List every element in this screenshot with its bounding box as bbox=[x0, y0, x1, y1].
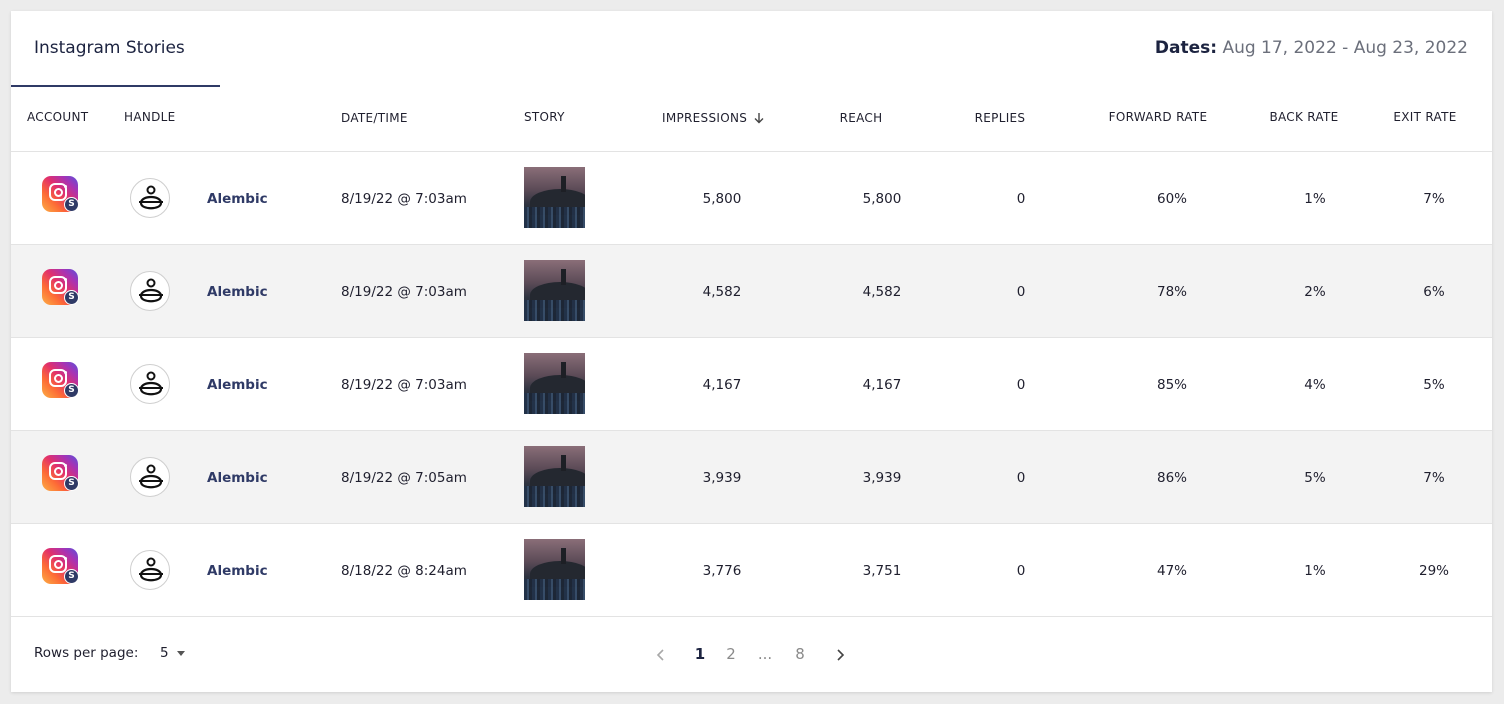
datetime-cell: 8/18/22 @ 8:24am bbox=[341, 562, 467, 579]
datetime-cell: 8/19/22 @ 7:03am bbox=[341, 190, 467, 207]
alembic-logo-icon bbox=[130, 550, 170, 590]
handle-link[interactable]: Alembic bbox=[207, 470, 268, 486]
col-header-back-rate[interactable]: BACK RATE bbox=[1269, 110, 1338, 124]
instagram-icon: S bbox=[42, 362, 79, 398]
story-badge: S bbox=[64, 383, 79, 398]
exit-rate-cell: 6% bbox=[1423, 283, 1445, 300]
replies-cell: 0 bbox=[1016, 562, 1026, 579]
footer-divider bbox=[11, 616, 1492, 617]
replies-cell: 0 bbox=[1016, 190, 1026, 207]
table-row[interactable]: S Alembic 8/19/22 @ 7:05am 3,939 3,939 0 86% 5%… bbox=[11, 431, 1492, 524]
alembic-logo-icon bbox=[130, 457, 170, 497]
impressions-cell: 3,776 bbox=[702, 562, 742, 579]
table-row[interactable]: S Alembic 8/18/22 @ 8:24am 3,776 3,751 0 47% 1%… bbox=[11, 524, 1492, 617]
exit-rate-cell: 7% bbox=[1423, 469, 1445, 486]
datetime-cell: 8/19/22 @ 7:03am bbox=[341, 376, 467, 393]
story-thumbnail[interactable] bbox=[524, 353, 585, 414]
page-1-button[interactable]: 1 bbox=[695, 645, 705, 663]
col-header-exit-rate[interactable]: EXIT RATE bbox=[1393, 110, 1456, 124]
reach-cell: 5,800 bbox=[862, 190, 902, 207]
alembic-logo-icon bbox=[130, 364, 170, 404]
col-header-handle: HANDLE bbox=[124, 110, 176, 124]
reach-cell: 3,751 bbox=[862, 562, 902, 579]
exit-rate-cell: 5% bbox=[1423, 376, 1445, 393]
forward-rate-cell: 85% bbox=[1156, 376, 1188, 393]
reach-cell: 3,939 bbox=[862, 469, 902, 486]
story-thumbnail[interactable] bbox=[524, 167, 585, 228]
forward-rate-cell: 47% bbox=[1156, 562, 1188, 579]
impressions-cell: 4,167 bbox=[702, 376, 742, 393]
instagram-icon: S bbox=[42, 548, 79, 584]
tab-label: Instagram Stories bbox=[34, 38, 185, 58]
tab-instagram-stories[interactable]: Instagram Stories bbox=[11, 11, 220, 87]
story-badge: S bbox=[64, 290, 79, 305]
table-row[interactable]: S Alembic 8/19/22 @ 7:03am 5,800 5,800 0 60% 1%… bbox=[11, 152, 1492, 245]
instagram-icon: S bbox=[42, 269, 79, 305]
reach-cell: 4,167 bbox=[862, 376, 902, 393]
instagram-icon: S bbox=[42, 455, 79, 491]
forward-rate-cell: 86% bbox=[1156, 469, 1188, 486]
handle-link[interactable]: Alembic bbox=[207, 284, 268, 300]
handle-link[interactable]: Alembic bbox=[207, 377, 268, 393]
story-thumbnail[interactable] bbox=[524, 260, 585, 321]
datetime-cell: 8/19/22 @ 7:05am bbox=[341, 469, 467, 486]
col-header-forward-rate[interactable]: FORWARD RATE bbox=[1109, 110, 1208, 124]
dates-value: Aug 17, 2022 - Aug 23, 2022 bbox=[1222, 38, 1468, 58]
exit-rate-cell: 29% bbox=[1418, 562, 1450, 579]
page-8-button[interactable]: 8 bbox=[795, 645, 805, 663]
replies-cell: 0 bbox=[1016, 469, 1026, 486]
replies-cell: 0 bbox=[1016, 376, 1026, 393]
exit-rate-cell: 7% bbox=[1423, 190, 1445, 207]
instagram-icon: S bbox=[42, 176, 79, 212]
story-badge: S bbox=[64, 476, 79, 491]
col-header-impressions-label: IMPRESSIONS bbox=[662, 111, 748, 125]
reach-cell: 4,582 bbox=[862, 283, 902, 300]
handle-link[interactable]: Alembic bbox=[207, 563, 268, 579]
impressions-cell: 3,939 bbox=[702, 469, 742, 486]
back-rate-cell: 4% bbox=[1304, 376, 1326, 393]
chevron-right-icon[interactable] bbox=[834, 647, 846, 666]
arrow-down-icon[interactable] bbox=[753, 112, 765, 127]
col-header-impressions[interactable]: IMPRESSIONS bbox=[662, 111, 765, 127]
dates-label: Dates: bbox=[1154, 38, 1218, 58]
back-rate-cell: 1% bbox=[1304, 562, 1326, 579]
datetime-cell: 8/19/22 @ 7:03am bbox=[341, 283, 467, 300]
alembic-logo-icon bbox=[130, 271, 170, 311]
alembic-logo-icon bbox=[130, 178, 170, 218]
story-badge: S bbox=[64, 569, 79, 584]
story-thumbnail[interactable] bbox=[524, 446, 585, 507]
page-ellipsis: ... bbox=[757, 645, 773, 663]
col-header-account: ACCOUNT bbox=[27, 110, 89, 124]
rows-per-page-select[interactable]: 5 bbox=[160, 645, 169, 661]
forward-rate-cell: 60% bbox=[1156, 190, 1188, 207]
date-range: Dates: Aug 17, 2022 - Aug 23, 2022 bbox=[1155, 38, 1468, 58]
forward-rate-cell: 78% bbox=[1156, 283, 1188, 300]
page-2-button[interactable]: 2 bbox=[726, 645, 736, 663]
back-rate-cell: 2% bbox=[1304, 283, 1326, 300]
back-rate-cell: 5% bbox=[1304, 469, 1326, 486]
table-row[interactable]: S Alembic 8/19/22 @ 7:03am 4,167 4,167 0 85% 4%… bbox=[11, 338, 1492, 431]
instagram-stories-card: Instagram Stories Dates: Aug 17, 2022 - … bbox=[11, 11, 1492, 692]
chevron-left-icon[interactable] bbox=[655, 647, 667, 666]
handle-link[interactable]: Alembic bbox=[207, 191, 268, 207]
back-rate-cell: 1% bbox=[1304, 190, 1326, 207]
story-badge: S bbox=[64, 197, 79, 212]
col-header-reach[interactable]: REACH bbox=[840, 111, 883, 125]
impressions-cell: 4,582 bbox=[702, 283, 742, 300]
table-row[interactable]: S Alembic 8/19/22 @ 7:03am 4,582 4,582 0 78% 2%… bbox=[11, 245, 1492, 338]
col-header-replies[interactable]: REPLIES bbox=[975, 111, 1026, 125]
col-header-story: STORY bbox=[524, 110, 565, 124]
story-thumbnail[interactable] bbox=[524, 539, 585, 600]
col-header-datetime[interactable]: DATE/TIME bbox=[341, 111, 408, 125]
rows-per-page-label: Rows per page: bbox=[34, 645, 139, 661]
caret-down-icon[interactable] bbox=[177, 651, 185, 656]
replies-cell: 0 bbox=[1016, 283, 1026, 300]
impressions-cell: 5,800 bbox=[702, 190, 742, 207]
